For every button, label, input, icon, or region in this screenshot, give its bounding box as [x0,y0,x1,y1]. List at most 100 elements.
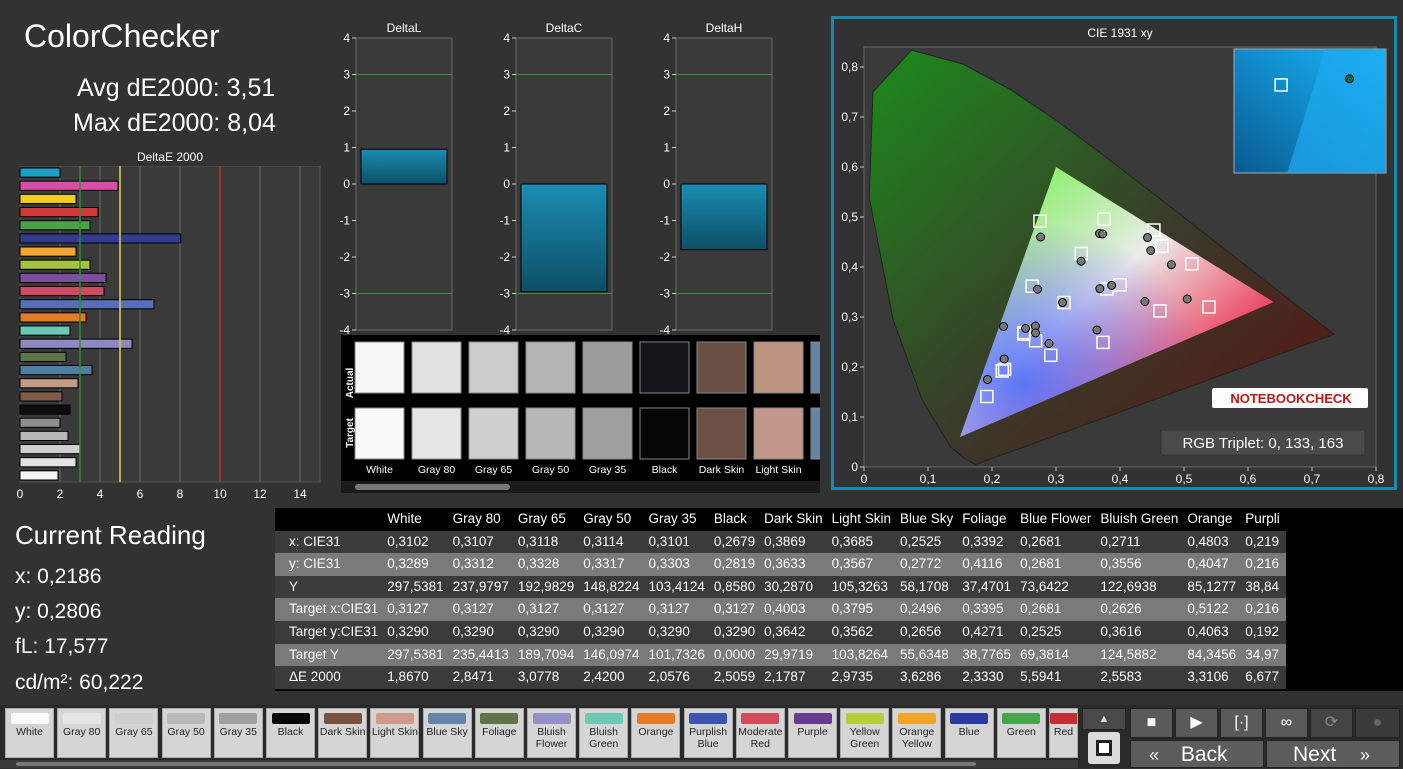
swatch-button[interactable]: Black [266,708,315,758]
swatch-button[interactable]: Gray 65 [109,708,159,758]
play-button[interactable]: ▶ [1175,708,1218,738]
swatch-chip [167,713,206,724]
swatch-button[interactable]: Blue Sky [422,708,472,758]
cie-y-tick-label: 0,2 [841,360,858,374]
swatch-button[interactable]: Orange [631,708,681,758]
patch-label: White [366,464,393,476]
table-cell: 0,2525 [1017,620,1098,644]
table-cell: 0,2679 [710,530,762,554]
swatch-button[interactable]: Light Skin [370,708,420,758]
swatch-label: Orange Yellow [899,726,935,750]
deltae-bar [19,444,81,455]
actual-patch [468,341,519,394]
deltae-bar [19,233,182,244]
swatch-button[interactable]: Moderate Red [735,708,785,758]
deltae-bar [19,391,63,402]
horizontal-scrollbar[interactable] [0,760,1078,768]
table-cell: 2,5583 [1097,666,1185,689]
table-cell: 124,5882 [1097,643,1185,667]
swatch-button[interactable]: Blue [944,708,994,758]
swatch-button[interactable]: Purplish Blue [683,708,733,758]
stop-button[interactable] [1088,732,1120,764]
deltae-bar [19,470,59,481]
refresh-button[interactable]: ⟳ [1310,708,1353,738]
swatch-chip [271,713,310,724]
record-button[interactable]: ■ [1130,708,1173,738]
measurement-table: White Gray 80 Gray 65 Gray 50 Gray 35 Black Da… [275,508,1403,691]
table-cell: 29,9719 [761,643,829,667]
delta-tick-label: 3 [343,68,350,82]
table-cell: 0,3290 [645,620,711,644]
cie-x-tick-label: 0,6 [1240,472,1257,486]
delta-bar [680,183,768,251]
table-row: Y 297,5381 237,9797 192,9829 148,8224 103,412… [275,575,1286,599]
back-chevron-icon: « [1149,745,1160,765]
table-cell: 0,2525 [896,530,960,554]
swatch-button[interactable]: Bluish Green [579,708,629,758]
cie-measured-marker [1044,339,1054,348]
cie-y-tick-label: 0,1 [841,410,858,424]
table-cell: 0,2681 [1017,598,1098,621]
swatch-button[interactable]: Bluish Flower [527,708,576,758]
page-title: ColorChecker [24,18,220,54]
table-cell: 0,2772 [896,553,960,576]
table-cell: 146,0974 [580,643,646,667]
delta-chart-title: DeltaL [387,21,422,35]
loop-button[interactable]: ∞ [1265,708,1308,738]
swatch-button[interactable]: Purple [788,708,837,758]
table-header-cell: Gray 50 [583,511,632,526]
swatch-button[interactable]: Gray 50 [161,708,211,758]
delta-tick-label: 4 [503,31,510,45]
rgb-triplet-text: RGB Triplet: 0, 133, 163 [1183,435,1344,452]
table-header-cell: White [387,511,422,526]
swatch-button[interactable]: Gray 80 [57,708,107,758]
next-button[interactable]: Next » [1266,740,1400,768]
delta-tick-label: 0 [503,177,510,191]
target-patch [810,407,820,460]
table-cell: 0,219 [1242,530,1286,554]
fit-button[interactable]: [·] [1220,708,1263,738]
refresh-icon: ⟳ [1324,714,1339,731]
actual-patch [582,341,633,394]
patch-label: Black [652,464,678,476]
deltae-bar [19,193,77,205]
swatch-label: Light Skin [371,726,418,738]
settings-button[interactable]: ● [1355,708,1400,738]
swatch-chip [62,713,101,724]
table-header-cell: Dark Skin [764,511,823,526]
scrollbar-thumb[interactable] [16,762,976,766]
table-header-cell: Black [713,511,747,526]
swatch-label: Black [277,726,304,738]
table-cell: 0,3642 [761,620,829,644]
patch-label: Gray 65 [475,464,513,476]
table-cell: 2,4200 [580,666,646,689]
cie-x-tick-label: 0,8 [1368,472,1385,486]
swatch-button[interactable]: Gray 35 [213,708,263,758]
cie-y-tick-label: 0 [851,460,858,474]
swatch-label: Bluish Green [589,726,619,750]
table-cell: 0,3289 [384,553,450,576]
table-cell: 0,3127 [580,598,646,621]
swatch-button[interactable]: Foliage [474,708,524,758]
cie-y-tick-label: 0,5 [841,210,858,224]
back-button[interactable]: « Back [1130,740,1264,768]
table-row: x: CIE31 0,3102 0,3107 0,3118 0,3114 0,3101 0,… [275,530,1286,554]
cie-measured-marker [1092,325,1102,335]
swatch-button[interactable]: Dark Skin [318,708,368,758]
deltae-bar [19,417,61,428]
swatch-button[interactable]: Green [996,708,1046,758]
table-cell: 0,3303 [645,553,711,576]
table-row: ΔE 2000 1,8670 2,8471 3,0778 2,4200 2,0576 2,5… [275,666,1286,689]
swatch-button[interactable]: Red [1049,708,1078,758]
scroll-up-button[interactable]: ▲ [1082,708,1126,730]
delta-tick-label: -3 [499,287,510,301]
table-cell: 0,3328 [514,553,581,576]
table-cell: 2,0576 [645,666,711,689]
deltae-bar [19,430,69,442]
table-cell: 0,2626 [1097,598,1185,621]
swatch-button[interactable]: Yellow Green [840,708,890,758]
swatch-button[interactable]: Orange Yellow [892,708,942,758]
delta-tick-label: 3 [663,68,670,82]
swatch-button[interactable]: White [5,708,54,758]
delta-tick-label: 2 [503,104,510,118]
